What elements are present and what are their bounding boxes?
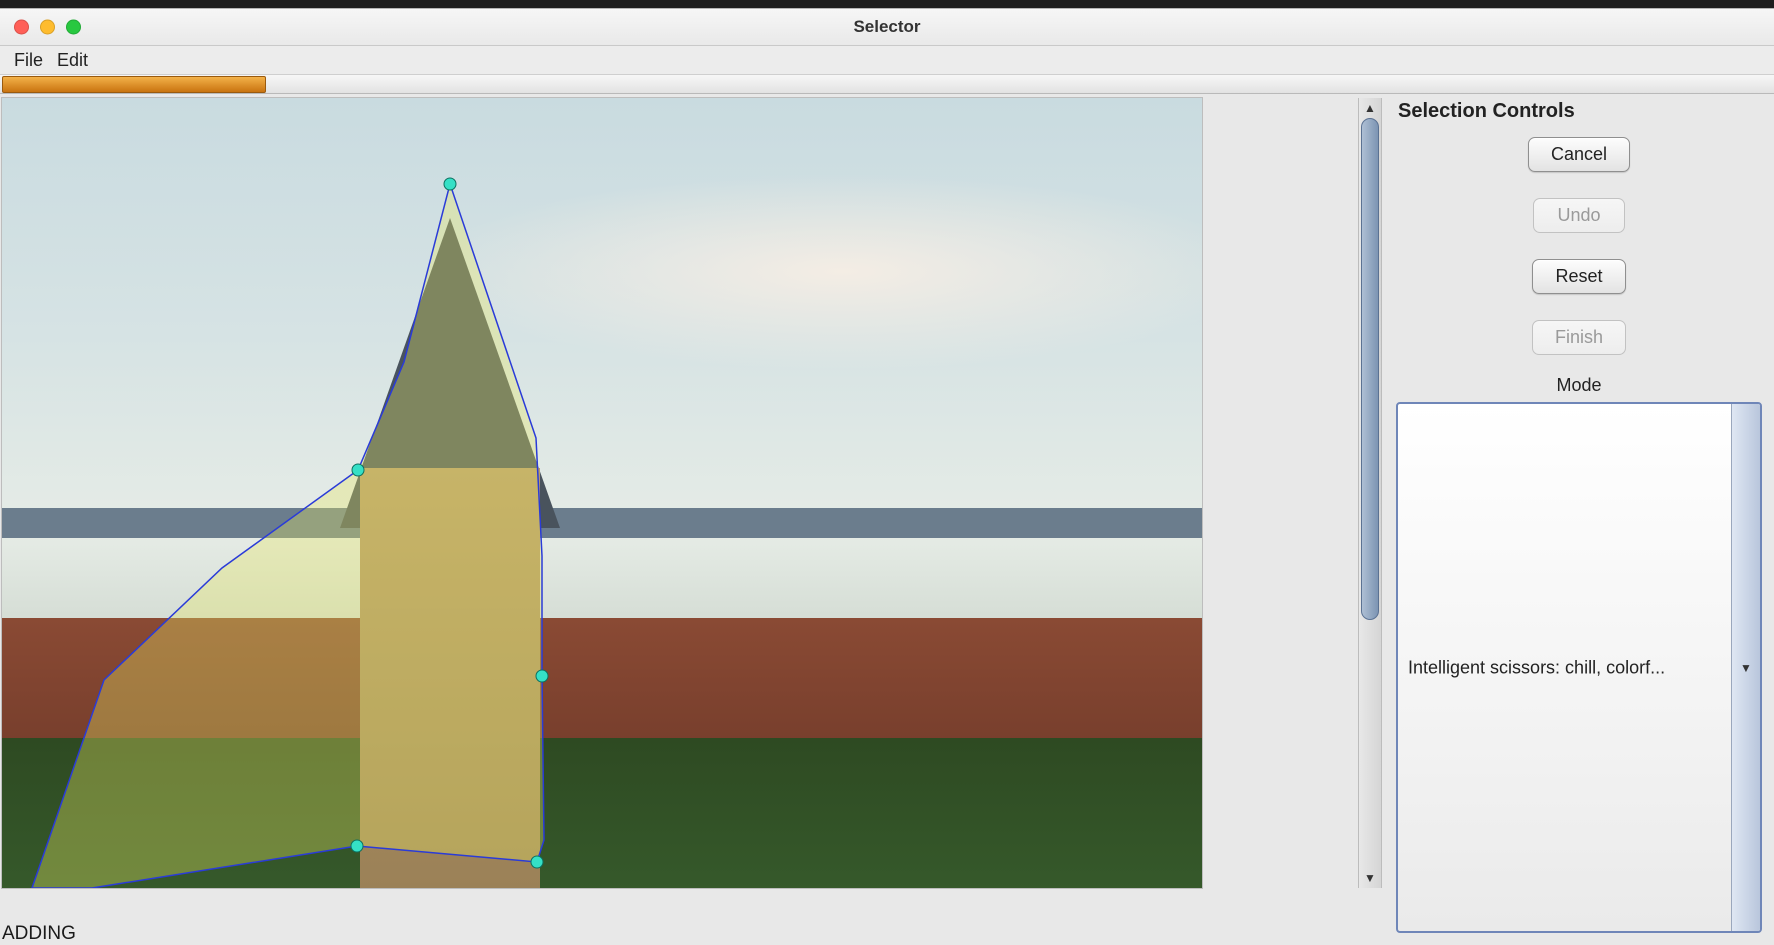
mode-description: Intelligent scissors: chill, colorf... [1408,657,1727,678]
mode-stepper[interactable]: ▼ [1731,404,1760,931]
controls-button-group: Cancel Undo Reset Finish [1396,137,1762,355]
window-traffic-lights [14,20,81,35]
app-window: Selector File Edit ▲ ▼ ADDI [0,8,1774,945]
mode-selector[interactable]: Intelligent scissors: chill, colorf... ▼ [1396,402,1762,933]
image-canvas-area: ▲ ▼ ADDING [0,94,1384,945]
window-titlebar: Selector [0,9,1774,46]
cancel-button[interactable]: Cancel [1528,137,1630,172]
menu-edit[interactable]: Edit [57,50,88,71]
zoom-icon[interactable] [66,20,81,35]
chevron-down-icon[interactable]: ▼ [1740,661,1752,675]
background-code-strip [0,0,1774,8]
controls-sidebar: Selection Controls Cancel Undo Reset Fin… [1384,94,1774,945]
loaded-image[interactable] [2,98,1202,888]
close-icon[interactable] [14,20,29,35]
reset-button[interactable]: Reset [1532,259,1625,294]
mode-section-label: Mode [1396,375,1762,396]
finish-button[interactable]: Finish [1532,320,1626,355]
window-title: Selector [853,17,920,37]
controls-title: Selection Controls [1398,100,1762,123]
image-detail [360,468,540,888]
progress-bar [0,75,1774,94]
content-area: ▲ ▼ ADDING Selection Controls Cancel Und… [0,94,1774,945]
scroll-down-icon[interactable]: ▼ [1360,868,1380,888]
vertical-scrollbar[interactable]: ▲ ▼ [1358,98,1382,888]
minimize-icon[interactable] [40,20,55,35]
menu-bar: File Edit [0,46,1774,75]
scroll-thumb[interactable] [1361,118,1379,620]
scroll-up-icon[interactable]: ▲ [1360,98,1380,118]
undo-button[interactable]: Undo [1533,198,1625,233]
scroll-track[interactable] [1359,118,1381,868]
menu-file[interactable]: File [14,50,43,71]
progress-fill [2,76,266,93]
status-mode-label: ADDING [2,923,76,945]
